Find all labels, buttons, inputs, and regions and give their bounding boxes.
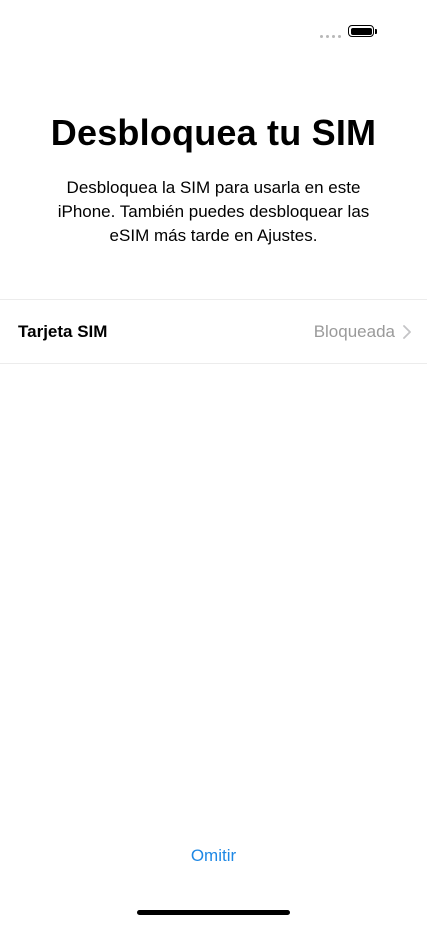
sim-card-status-group: Bloqueada [314, 322, 411, 342]
skip-button[interactable]: Omitir [154, 846, 274, 866]
page-title: Desbloquea tu SIM [50, 112, 377, 153]
signal-dots-icon [320, 35, 341, 38]
page-subtitle: Desbloquea la SIM para usarla en este iP… [57, 178, 370, 245]
battery-fill [350, 27, 372, 35]
sim-card-label: Tarjeta SIM [18, 321, 108, 341]
battery-full-icon [348, 25, 374, 37]
battery-cap [375, 29, 377, 34]
status-bar [0, 0, 427, 60]
sim-card-status: Bloqueada [313, 321, 395, 341]
chevron-right-icon [403, 324, 411, 339]
divider-bottom [0, 363, 427, 364]
sim-card-row[interactable]: Tarjeta SIM Bloqueada [0, 300, 427, 363]
home-indicator[interactable] [137, 910, 290, 915]
